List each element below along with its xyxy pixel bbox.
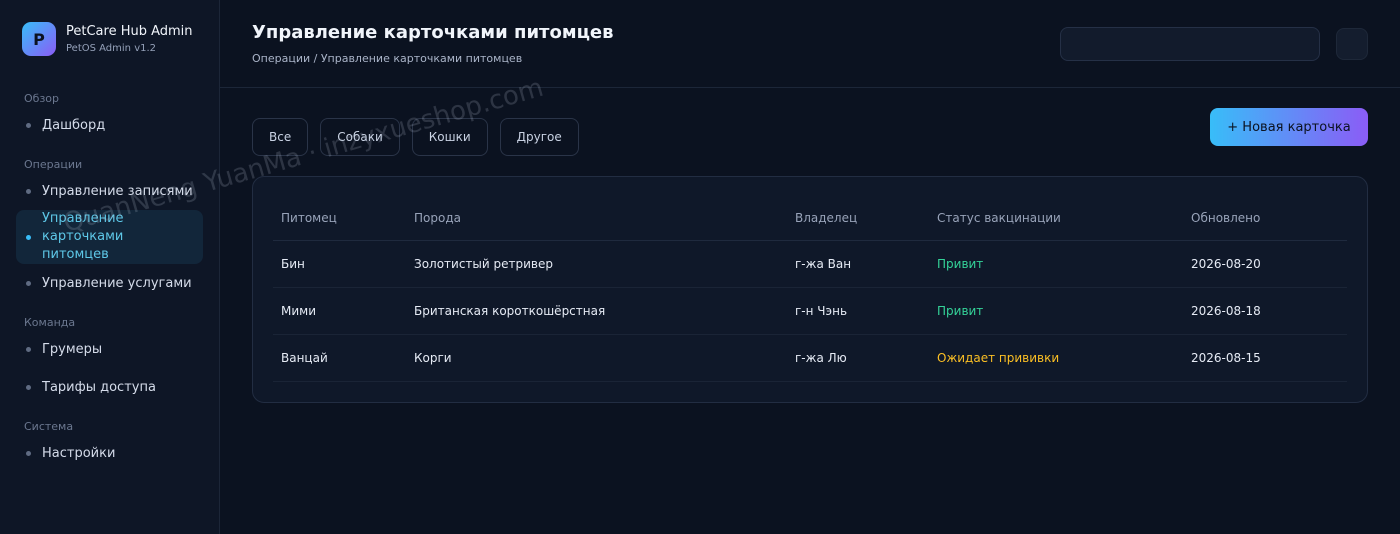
cell-vaccination-status: Ожидает прививки: [929, 334, 1183, 382]
sidebar-item-groomers[interactable]: Грумеры: [16, 330, 203, 368]
nav-section-overview: Обзор: [24, 92, 60, 105]
table-row[interactable]: Бин Золотистый ретривер г-жа Ван Привит …: [273, 240, 1347, 288]
bullet-icon: [26, 122, 31, 128]
brand-logo-icon: P: [22, 22, 56, 56]
bullet-icon: [26, 188, 31, 194]
column-header-pet[interactable]: Питомец: [273, 197, 406, 241]
sidebar-item-settings[interactable]: Настройки: [16, 434, 203, 472]
sidebar-item-label: Настройки: [42, 445, 116, 461]
app-window: P PetCare Hub Admin PetOS Admin v1.2 Обз…: [0, 0, 1400, 534]
nav-section-system: Система: [24, 420, 74, 433]
cell-owner: г-жа Лю: [787, 334, 929, 382]
cell-pet: Бин: [273, 240, 406, 288]
cell-breed: Золотистый ретривер: [406, 240, 787, 288]
filter-cats-button[interactable]: Кошки: [411, 118, 488, 156]
filter-toolbar: Все Собаки Кошки Другое + Новая карточка: [220, 88, 1400, 166]
sidebar-item-access-plans[interactable]: Тарифы доступа: [16, 368, 203, 406]
nav-section-operations: Операции: [24, 158, 83, 171]
cell-breed: Корги: [406, 334, 787, 382]
cell-vaccination-status: Привит: [929, 240, 1183, 288]
cell-owner: г-н Чэнь: [787, 287, 929, 335]
brand-text: PetCare Hub Admin PetOS Admin v1.2: [66, 23, 193, 56]
top-action-button[interactable]: [1336, 28, 1368, 60]
table-row[interactable]: Мими Британская короткошёрстная г-н Чэнь…: [273, 287, 1347, 335]
filter-other-button[interactable]: Другое: [499, 118, 579, 156]
pets-table: Питомец Порода Владелец Статус вакцинаци…: [273, 197, 1347, 382]
cell-owner: г-жа Ван: [787, 240, 929, 288]
new-card-button[interactable]: + Новая карточка: [1210, 108, 1368, 146]
sidebar-item-services[interactable]: Управление услугами: [16, 264, 203, 302]
column-header-updated[interactable]: Обновлено: [1183, 197, 1347, 241]
sidebar-item-label: Дашборд: [42, 117, 106, 133]
sidebar-item-dashboard[interactable]: Дашборд: [16, 106, 203, 144]
sidebar-item-label: Управление услугами: [42, 275, 192, 291]
table-header-row: Питомец Порода Владелец Статус вакцинаци…: [273, 197, 1347, 241]
cell-updated: 2026-08-20: [1183, 240, 1347, 288]
sidebar-item-label: Управление карточками питомцев: [42, 211, 124, 262]
cell-pet: Ванцай: [273, 334, 406, 382]
search-input[interactable]: [1060, 27, 1320, 61]
brand: P PetCare Hub Admin PetOS Admin v1.2: [22, 22, 203, 56]
cell-pet: Мими: [273, 287, 406, 335]
main-content: Управление карточками питомцев Операции …: [220, 0, 1400, 534]
sidebar-item-pet-cards[interactable]: Управление карточками питомцев: [16, 210, 203, 264]
column-header-vaccination[interactable]: Статус вакцинации: [929, 197, 1183, 241]
sidebar-item-label: Тарифы доступа: [42, 379, 156, 395]
sidebar-item-appointments[interactable]: Управление записями: [16, 172, 203, 210]
bullet-icon: [26, 234, 31, 240]
cell-updated: 2026-08-18: [1183, 287, 1347, 335]
column-header-owner[interactable]: Владелец: [787, 197, 929, 241]
filter-dogs-button[interactable]: Собаки: [320, 118, 400, 156]
topbar: Управление карточками питомцев Операции …: [220, 0, 1400, 88]
sidebar: P PetCare Hub Admin PetOS Admin v1.2 Обз…: [0, 0, 220, 534]
pets-table-card: Питомец Порода Владелец Статус вакцинаци…: [252, 176, 1368, 403]
sidebar-item-label: Грумеры: [42, 341, 103, 357]
cell-updated: 2026-08-15: [1183, 334, 1347, 382]
table-row[interactable]: Ванцай Корги г-жа Лю Ожидает прививки 20…: [273, 334, 1347, 382]
brand-title: PetCare Hub Admin: [66, 23, 193, 39]
filter-all-button[interactable]: Все: [252, 118, 309, 156]
bullet-icon: [26, 346, 31, 352]
sidebar-item-label: Управление записями: [42, 183, 193, 199]
cell-vaccination-status: Привит: [929, 287, 1183, 335]
column-header-breed[interactable]: Порода: [406, 197, 787, 241]
cell-breed: Британская короткошёрстная: [406, 287, 787, 335]
brand-subtitle: PetOS Admin v1.2: [66, 42, 157, 54]
bullet-icon: [26, 280, 31, 286]
bullet-icon: [26, 384, 31, 390]
bullet-icon: [26, 450, 31, 456]
nav-section-team: Команда: [24, 316, 76, 329]
